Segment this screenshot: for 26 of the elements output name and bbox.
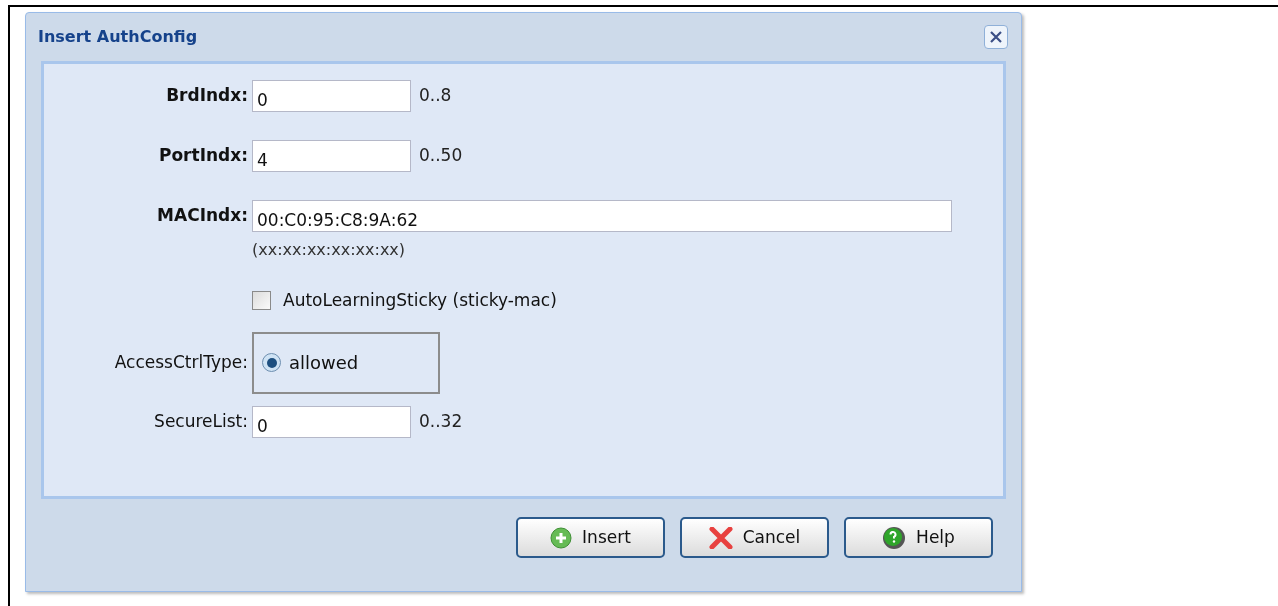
dialog-title: Insert AuthConfig — [38, 26, 198, 48]
field-label: SecureList: — [154, 409, 249, 433]
input-field[interactable]: 0 — [252, 405, 411, 438]
field-label: BrdIndx: — [166, 84, 249, 108]
field-label: MACIndx: — [157, 204, 249, 227]
insert-button[interactable]: Insert — [516, 517, 665, 558]
range-hint: 0..32 — [419, 409, 463, 433]
input-field[interactable]: 0 — [252, 80, 411, 112]
range-hint: 0..50 — [419, 144, 463, 168]
help-button[interactable]: Help — [844, 517, 993, 558]
input-field[interactable]: 4 — [252, 140, 411, 172]
close-button[interactable] — [984, 25, 1008, 49]
close-icon — [708, 526, 733, 549]
radio-button[interactable] — [262, 353, 281, 372]
checkbox[interactable] — [252, 291, 271, 311]
help-icon — [882, 525, 907, 550]
radio-label: allowed — [289, 351, 359, 375]
format-hint: (xx:xx:xx:xx:xx:xx) — [252, 239, 407, 261]
close-icon — [989, 30, 1003, 44]
field-label: AccessCtrlType: — [114, 350, 249, 374]
range-hint: 0..8 — [419, 84, 452, 108]
cancel-button[interactable]: Cancel — [680, 517, 829, 558]
input-field[interactable]: 00:C0:95:C8:9A:62 — [252, 200, 952, 232]
checkbox-label: AutoLearningSticky (sticky-mac) — [283, 289, 557, 312]
plus-icon — [550, 526, 573, 549]
field-label: PortIndx: — [159, 144, 249, 168]
